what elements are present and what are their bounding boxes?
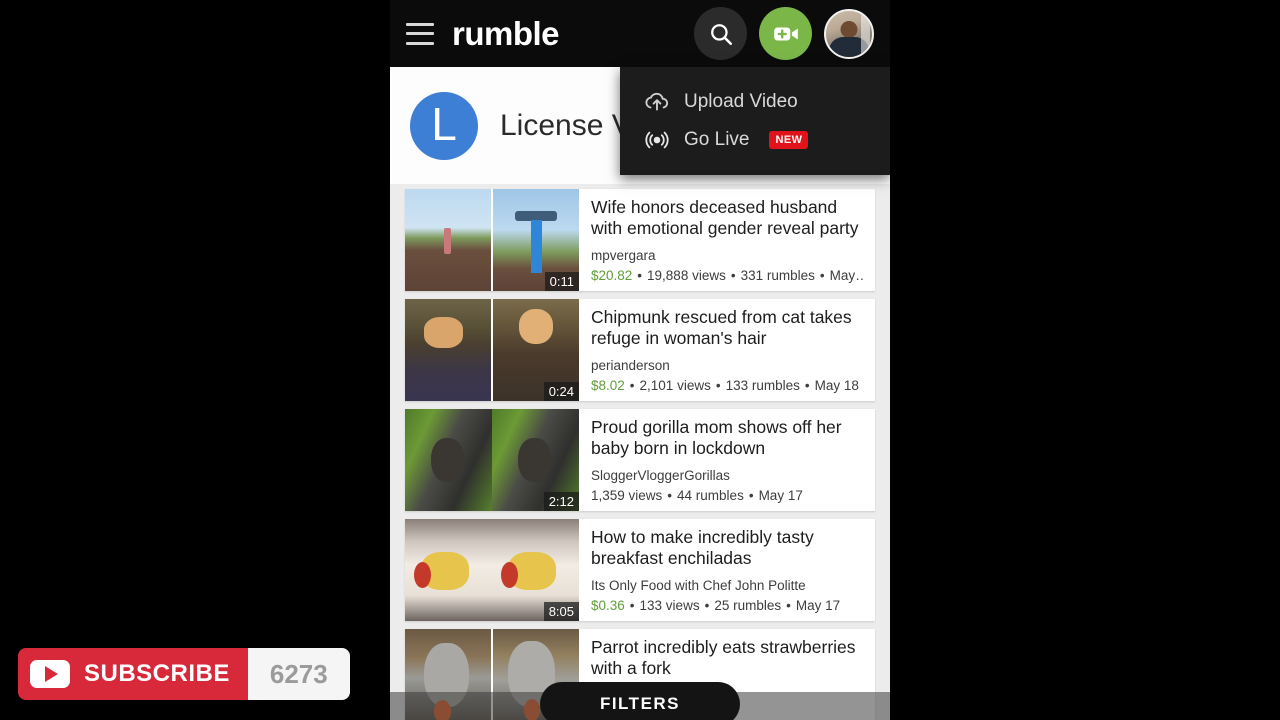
video-meta: Proud gorilla mom shows off her baby bor… [579, 409, 875, 511]
video-date: May 17 [795, 598, 841, 614]
video-stats: $8.02 • 2,101 views • 133 rumbles • May 18 [591, 378, 865, 393]
video-stats: $0.36 • 133 views • 25 rumbles • May 17 [591, 598, 865, 613]
video-title[interactable]: Parrot incredibly eats strawberries with… [591, 637, 865, 678]
thumbnail-frame-a [405, 189, 492, 291]
navbar-actions [694, 7, 874, 60]
video-meta: How to make incredibly tasty breakfast e… [579, 519, 875, 621]
video-channel-name[interactable]: Its Only Food with Chef John Politte [591, 578, 865, 593]
screen-root: rumble Upload Video Go Live NEW L Licens… [0, 0, 1280, 720]
video-date: May 17 [758, 488, 803, 504]
broadcast-icon [645, 131, 669, 149]
video-stats: $20.82 • 19,888 views • 331 rumbles • May… [591, 268, 865, 283]
thumbnail-frame-a [405, 519, 492, 621]
stat-separator: • [637, 268, 643, 284]
video-date: May… [829, 268, 865, 284]
video-stats: 1,359 views • 44 rumbles • May 17 [591, 488, 865, 503]
video-earnings: $8.02 [591, 378, 625, 394]
video-rumbles: 44 rumbles [677, 488, 744, 504]
video-card[interactable]: 0:11 Wife honors deceased husband with em… [405, 189, 875, 291]
video-date: May 18 [814, 378, 859, 394]
cloud-upload-icon [645, 92, 669, 111]
video-camera-plus-icon [773, 27, 798, 40]
video-title[interactable]: Proud gorilla mom shows off her baby bor… [591, 417, 865, 458]
avatar-face [840, 20, 858, 38]
video-title[interactable]: How to make incredibly tasty breakfast e… [591, 527, 865, 568]
video-rumbles: 133 rumbles [725, 378, 800, 394]
video-thumbnail[interactable]: 0:11 [405, 189, 579, 291]
page-title: License V [500, 108, 632, 142]
video-card[interactable]: 2:12 Proud gorilla mom shows off her baby… [405, 409, 875, 511]
video-title[interactable]: Chipmunk rescued from cat takes refuge i… [591, 307, 865, 348]
video-thumbnail[interactable]: 8:05 [405, 519, 579, 621]
stat-separator: • [748, 488, 754, 504]
content-column: rumble Upload Video Go Live NEW L Licens… [390, 0, 890, 720]
rumble-logo[interactable]: rumble [452, 17, 560, 50]
video-duration: 0:11 [544, 272, 579, 291]
menu-item-upload-video-label: Upload Video [684, 91, 798, 112]
video-channel-name[interactable]: perianderson [591, 358, 865, 373]
stat-separator: • [715, 378, 721, 394]
stat-separator: • [667, 488, 673, 504]
video-duration: 8:05 [543, 602, 579, 621]
menu-item-upload-video[interactable]: Upload Video [620, 83, 890, 121]
stat-separator: • [819, 268, 825, 284]
avatar[interactable] [824, 8, 874, 59]
search-icon [710, 23, 732, 45]
subscribe-label: SUBSCRIBE [84, 660, 230, 687]
search-button[interactable] [694, 7, 747, 60]
video-views: 1,359 views [591, 488, 663, 504]
video-views: 133 views [639, 598, 700, 614]
video-thumbnail[interactable]: 2:12 [405, 409, 579, 511]
video-views: 19,888 views [647, 268, 726, 284]
video-rumbles: 331 rumbles [740, 268, 815, 284]
filters-button[interactable]: FILTERS [540, 682, 740, 720]
video-rumbles: 25 rumbles [714, 598, 782, 614]
video-channel-name[interactable]: mpvergara [591, 248, 865, 263]
video-card[interactable]: 0:24 Chipmunk rescued from cat takes refu… [405, 299, 875, 401]
video-duration: 0:24 [543, 382, 579, 401]
video-earnings: $20.82 [591, 268, 633, 284]
subscribe-overlay-button[interactable]: SUBSCRIBE 6273 [18, 648, 350, 700]
stat-separator: • [629, 598, 635, 614]
stat-separator: • [629, 378, 635, 394]
upload-dropdown-menu: Upload Video Go Live NEW [620, 67, 890, 175]
video-meta: Wife honors deceased husband with emotio… [579, 189, 875, 291]
stat-separator: • [704, 598, 710, 614]
video-thumbnail[interactable]: 0:24 [405, 299, 579, 401]
video-title[interactable]: Wife honors deceased husband with emotio… [591, 197, 865, 238]
subscribe-left: SUBSCRIBE [18, 648, 248, 700]
new-badge: NEW [769, 131, 809, 149]
thumbnail-frame-a [405, 409, 492, 511]
avatar-background-strip [861, 10, 870, 57]
upload-video-button[interactable] [759, 7, 812, 60]
video-duration: 2:12 [543, 492, 579, 511]
youtube-play-icon [30, 660, 70, 688]
menu-item-go-live[interactable]: Go Live NEW [620, 121, 890, 159]
stat-separator: • [730, 268, 736, 284]
video-card[interactable]: 8:05 How to make incredibly tasty breakfa… [405, 519, 875, 621]
video-earnings: $0.36 [591, 598, 625, 614]
thumbnail-frame-a [405, 299, 492, 401]
channel-avatar[interactable]: L [410, 91, 478, 160]
video-views: 2,101 views [639, 378, 711, 394]
stat-separator: • [804, 378, 810, 394]
subscriber-count: 6273 [247, 648, 350, 700]
video-list: 0:11 Wife honors deceased husband with em… [390, 184, 890, 720]
hamburger-menu-icon[interactable] [406, 22, 434, 45]
video-meta: Chipmunk rescued from cat takes refuge i… [579, 299, 875, 401]
top-navbar: rumble Upload Video Go Live NEW [390, 0, 890, 175]
menu-item-go-live-label: Go Live [684, 129, 750, 150]
video-channel-name[interactable]: SloggerVloggerGorillas [591, 468, 865, 483]
stat-separator: • [786, 598, 791, 614]
